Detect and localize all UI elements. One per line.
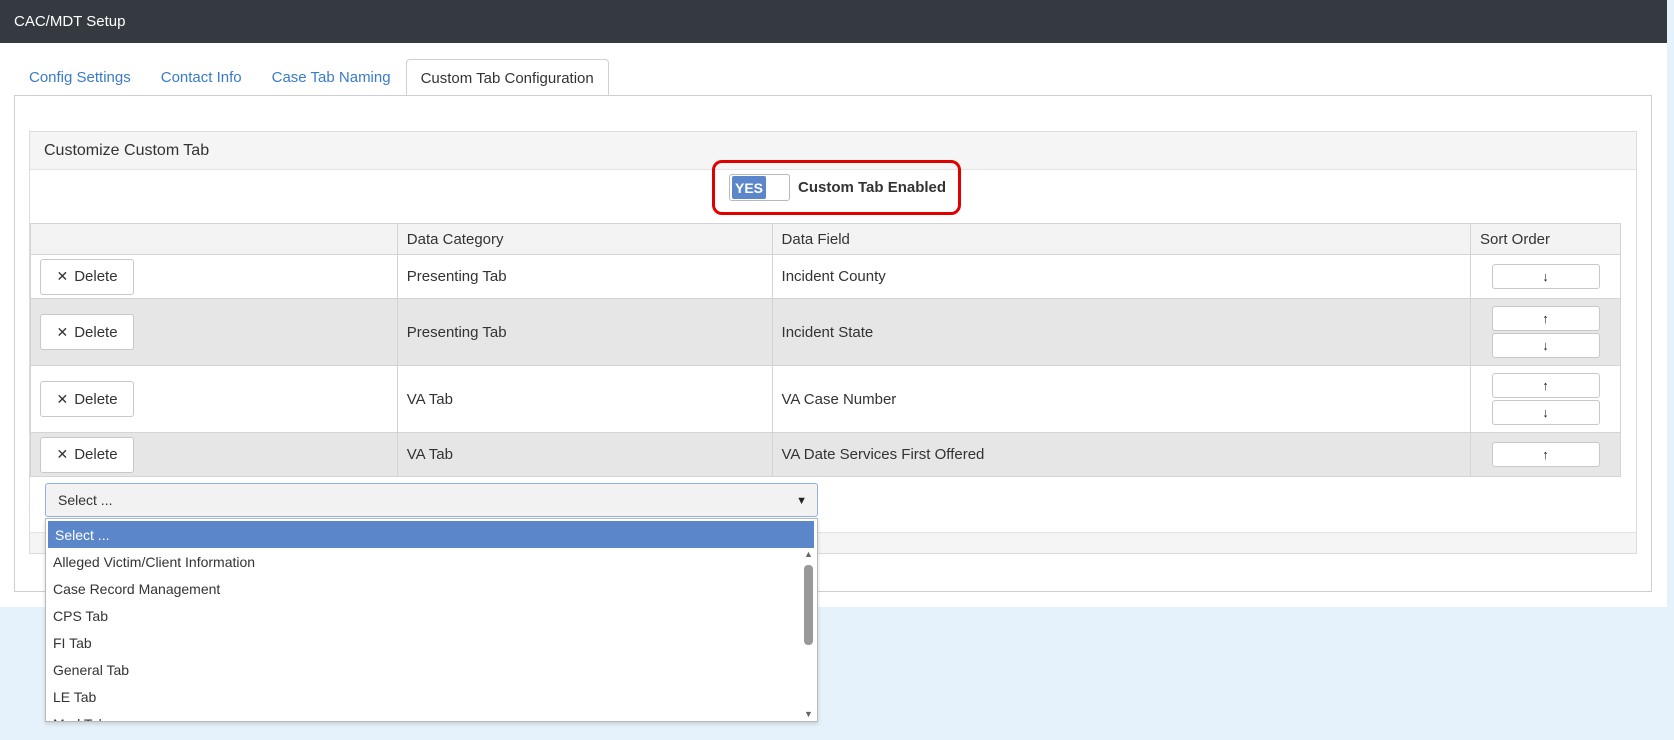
dropdown-option[interactable]: CPS Tab (46, 602, 816, 629)
dropdown-option[interactable]: Med Tab (46, 710, 816, 722)
arrow-up-icon: ↑ (1542, 447, 1549, 462)
dropdown-option[interactable]: General Tab (46, 656, 816, 683)
close-icon: ✕ (56, 390, 69, 407)
caret-down-icon: ▼ (796, 495, 807, 507)
tab-config-settings[interactable]: Config Settings (14, 58, 146, 96)
table-row: ✕ Delete Presenting Tab Incident County ↓ (30, 254, 1621, 299)
row-actions-cell: ✕ Delete (30, 365, 398, 433)
table-row: ✕ Delete VA Tab VA Date Services First Of… (30, 432, 1621, 477)
dropdown-option[interactable]: Alleged Victim/Client Information (46, 548, 816, 575)
arrow-down-icon: ↓ (1542, 405, 1549, 420)
select-dropdown-list: Select ... Alleged Victim/Client Informa… (45, 518, 818, 722)
tab-custom-tab-configuration[interactable]: Custom Tab Configuration (405, 59, 609, 97)
delete-button[interactable]: ✕ Delete (40, 381, 134, 417)
toggle-highlight: YES Custom Tab Enabled (712, 160, 961, 215)
column-header-sort: Sort Order (1470, 223, 1621, 255)
window-titlebar: CAC/MDT Setup (0, 0, 1667, 43)
tab-bar: Config Settings Contact Info Case Tab Na… (14, 58, 1651, 97)
category-cell: Presenting Tab (396, 298, 773, 366)
tab-contact-info[interactable]: Contact Info (146, 58, 257, 96)
field-cell: VA Case Number (771, 365, 1472, 433)
column-header-category: Data Category (396, 223, 773, 255)
delete-button[interactable]: ✕ Delete (40, 314, 134, 350)
dropdown-option[interactable]: Case Record Management (46, 575, 816, 602)
scroll-down-icon[interactable]: ▼ (804, 709, 813, 719)
row-actions-cell: ✕ Delete (30, 254, 398, 299)
delete-button[interactable]: ✕ Delete (40, 258, 134, 295)
arrow-down-icon: ↓ (1542, 338, 1549, 353)
delete-label: Delete (74, 323, 118, 341)
delete-label: Delete (74, 446, 118, 463)
row-actions-cell: ✕ Delete (30, 298, 398, 366)
category-cell: VA Tab (396, 432, 773, 477)
dropdown-scrollbar[interactable]: ▲ ▼ (801, 549, 817, 721)
move-down-button[interactable]: ↓ (1491, 264, 1600, 289)
sort-cell: ↓ (1470, 254, 1621, 299)
close-icon: ✕ (56, 323, 69, 340)
window-title: CAC/MDT Setup (14, 13, 126, 30)
arrow-down-icon: ↓ (1542, 269, 1549, 284)
toggle-knob (767, 176, 789, 199)
column-header-actions (30, 223, 398, 255)
dropdown-option[interactable]: LE Tab (46, 683, 816, 710)
field-cell: VA Date Services First Offered (771, 432, 1472, 477)
table-row: ✕ Delete Presenting Tab Incident State ↑ … (30, 298, 1621, 366)
delete-label: Delete (74, 268, 118, 285)
field-cell: Incident State (771, 298, 1472, 366)
toggle-label: Custom Tab Enabled (798, 179, 947, 196)
dropdown-option[interactable]: Select ... (48, 521, 814, 548)
move-up-button[interactable]: ↑ (1491, 442, 1600, 467)
move-up-button[interactable]: ↑ (1491, 306, 1600, 331)
data-field-select[interactable]: Select ... ▼ (45, 483, 818, 517)
delete-button[interactable]: ✕ Delete (40, 436, 134, 473)
column-header-field: Data Field (771, 223, 1472, 255)
category-cell: Presenting Tab (396, 254, 773, 299)
move-down-button[interactable]: ↓ (1491, 333, 1600, 358)
select-value: Select ... (58, 492, 113, 508)
close-icon: ✕ (56, 446, 69, 462)
sort-cell: ↑ ↓ (1470, 365, 1621, 433)
sort-cell: ↑ (1470, 432, 1621, 477)
move-up-button[interactable]: ↑ (1491, 373, 1600, 398)
arrow-up-icon: ↑ (1542, 378, 1549, 393)
sort-cell: ↑ ↓ (1470, 298, 1621, 366)
close-icon: ✕ (56, 268, 69, 284)
delete-label: Delete (74, 390, 118, 408)
custom-tab-toggle[interactable]: YES (729, 174, 790, 201)
category-cell: VA Tab (396, 365, 773, 433)
move-down-button[interactable]: ↓ (1491, 400, 1600, 425)
tab-case-tab-naming[interactable]: Case Tab Naming (257, 58, 406, 96)
custom-fields-table: Data Category Data Field Sort Order ✕ Del… (30, 223, 1621, 477)
toggle-state-label: YES (732, 176, 766, 199)
row-actions-cell: ✕ Delete (30, 432, 398, 477)
dropdown-option[interactable]: FI Tab (46, 629, 816, 656)
table-row: ✕ Delete VA Tab VA Case Number ↑ ↓ (30, 365, 1621, 433)
arrow-up-icon: ↑ (1542, 311, 1549, 326)
scroll-thumb[interactable] (804, 565, 813, 645)
field-cell: Incident County (771, 254, 1472, 299)
scroll-up-icon[interactable]: ▲ (804, 549, 813, 559)
